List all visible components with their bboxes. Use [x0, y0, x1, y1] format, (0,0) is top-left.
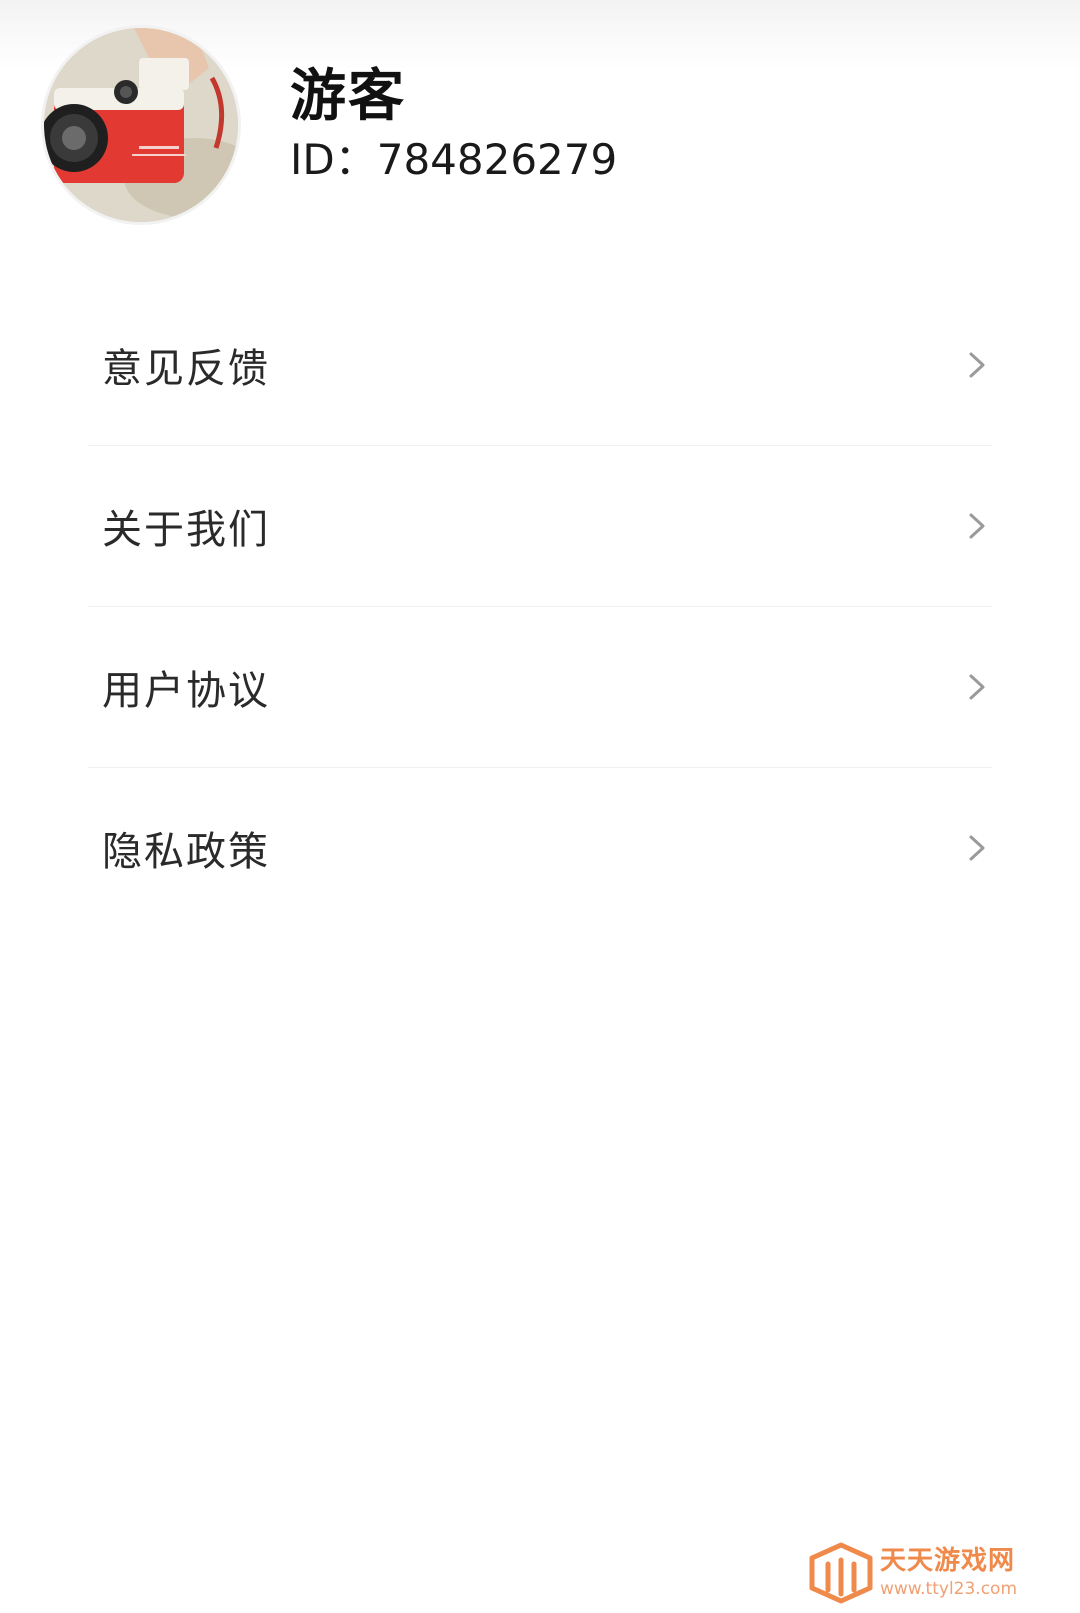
- avatar[interactable]: [44, 28, 238, 222]
- menu-item-label: 用户协议: [102, 668, 270, 714]
- menu-item-label: 关于我们: [102, 507, 270, 553]
- watermark-logo-icon: [809, 1542, 873, 1604]
- avatar-camera-illustration: [44, 28, 238, 222]
- chevron-right-icon: [969, 674, 985, 700]
- watermark-url: www.ttyl23.com: [880, 1579, 1018, 1599]
- watermark: 天天游戏网 www.ttyl23.com: [808, 1542, 1048, 1610]
- menu-item-user-agreement[interactable]: 用户协议: [88, 607, 992, 768]
- watermark-title: 天天游戏网: [880, 1546, 1016, 1576]
- chevron-right-icon: [969, 513, 985, 539]
- menu-item-feedback[interactable]: 意见反馈: [88, 285, 992, 446]
- chevron-right-icon: [969, 835, 985, 861]
- settings-menu: 意见反馈 关于我们 用户协议 隐私政策: [0, 285, 1080, 928]
- menu-item-label: 隐私政策: [102, 829, 270, 875]
- menu-item-about-us[interactable]: 关于我们: [88, 446, 992, 607]
- menu-item-privacy-policy[interactable]: 隐私政策: [88, 768, 992, 928]
- profile-header: 游客 ID：784826279: [0, 0, 1080, 240]
- chevron-right-icon: [969, 352, 985, 378]
- user-name: 游客: [290, 64, 406, 129]
- menu-item-label: 意见反馈: [102, 346, 270, 392]
- user-id: ID：784826279: [290, 135, 618, 184]
